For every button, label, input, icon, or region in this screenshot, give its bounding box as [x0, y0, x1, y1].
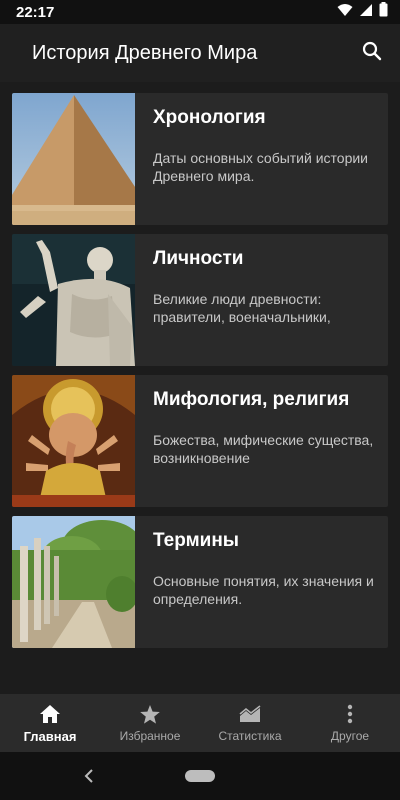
ruins-image [12, 516, 135, 648]
nav-item-favorites[interactable]: Избранное [100, 694, 200, 752]
nav-label: Статистика [218, 729, 282, 743]
chart-icon [239, 703, 261, 725]
nav-item-other[interactable]: Другое [300, 694, 400, 752]
app-bar: История Древнего Мира [0, 24, 400, 82]
home-icon [39, 703, 61, 725]
search-icon [362, 41, 382, 66]
card-description: Великие люди древности: правители, воена… [153, 291, 331, 325]
nav-label: Избранное [119, 729, 181, 743]
signal-icon [359, 3, 373, 22]
category-card-terms[interactable]: Термины Основные понятия, их значения и … [12, 516, 388, 648]
search-button[interactable] [358, 39, 386, 67]
card-title: Мифология, религия [153, 389, 350, 410]
category-card-mythology[interactable]: Мифология, религия Божества, мифические … [12, 375, 388, 507]
nav-item-statistics[interactable]: Статистика [200, 694, 300, 752]
nav-item-home[interactable]: Главная [0, 694, 100, 752]
system-navigation-bar [0, 752, 400, 800]
card-title: Термины [153, 530, 240, 551]
page-title: История Древнего Мира [32, 41, 258, 64]
card-description: Основные понятия, их значения и определе… [153, 573, 374, 607]
pyramid-image [12, 93, 135, 225]
deity-image [12, 375, 135, 507]
statue-image [12, 234, 135, 366]
category-list: Хронология Даты основных событий истории… [0, 82, 400, 694]
back-icon[interactable] [82, 766, 96, 786]
status-bar: 22:17 [0, 0, 400, 24]
card-title: Личности [153, 248, 244, 269]
battery-icon [379, 2, 388, 22]
card-description: Даты основных событий истории Древнего м… [153, 150, 369, 184]
wifi-icon [337, 3, 353, 22]
star-icon [139, 703, 161, 725]
card-description: Божества, мифические существа, возникнов… [153, 432, 374, 466]
category-card-chronology[interactable]: Хронология Даты основных событий истории… [12, 93, 388, 225]
card-title: Хронология [153, 107, 266, 128]
nav-label: Другое [330, 729, 370, 743]
home-gesture-pill[interactable] [185, 770, 215, 782]
status-icons [337, 2, 388, 22]
more-vertical-icon [347, 703, 353, 725]
status-time: 22:17 [16, 3, 55, 21]
bottom-navigation: Главная Избранное Статистика Другое [0, 694, 400, 752]
category-card-personalities[interactable]: Личности Великие люди древности: правите… [12, 234, 388, 366]
nav-label: Главная [23, 729, 77, 744]
